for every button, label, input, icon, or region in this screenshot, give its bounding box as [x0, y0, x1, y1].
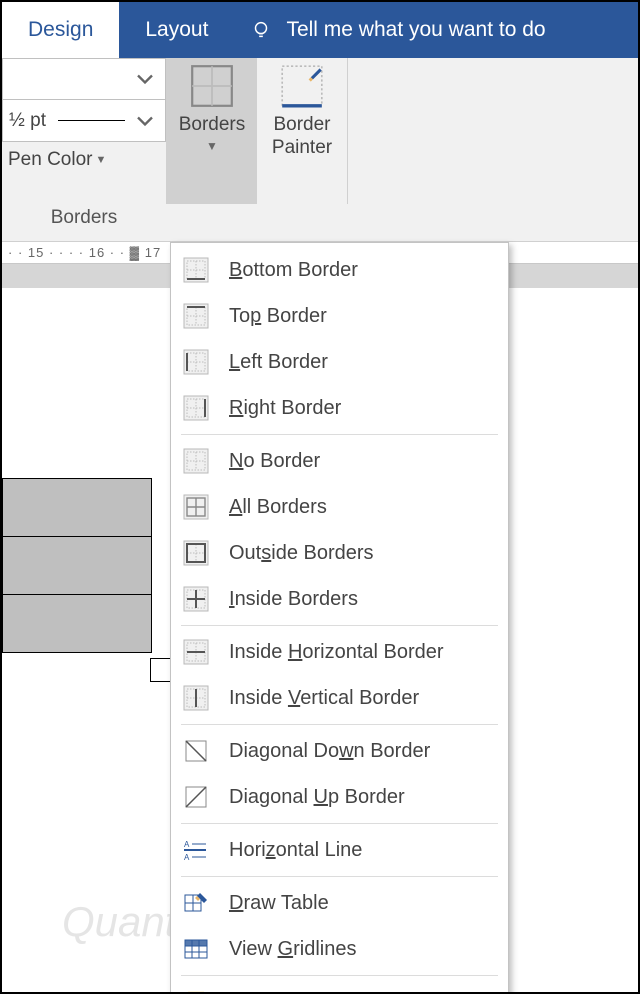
menu-item-ih[interactable]: Inside Horizontal Border	[171, 629, 508, 675]
borders-icon	[190, 64, 234, 108]
draw-table-icon	[181, 888, 211, 918]
border-painter-icon	[280, 64, 324, 108]
diag-down-icon	[181, 736, 211, 766]
tab-layout[interactable]: Layout	[119, 2, 234, 58]
menu-item-label: Inside Horizontal Border	[229, 641, 444, 664]
pen-color-dropdown[interactable]: Pen Color▼	[2, 142, 166, 178]
table-in-document[interactable]	[2, 478, 152, 653]
menu-item-outside[interactable]: Outside Borders	[171, 530, 508, 576]
menu-item-all[interactable]: All Borders	[171, 484, 508, 530]
menu-item-label: Horizontal Line	[229, 839, 362, 862]
menu-item-label: Diagonal Up Border	[229, 786, 405, 809]
tell-me-box[interactable]: Tell me what you want to do	[234, 2, 638, 58]
svg-text:A: A	[184, 853, 190, 862]
borders-dropdown-menu: Bottom Border Top Border Left Border Right …	[170, 242, 509, 994]
menu-separator	[181, 876, 498, 877]
chevron-down-icon	[131, 107, 159, 135]
border-bottom-icon	[181, 255, 211, 285]
border-painter-label-1: Border	[273, 114, 330, 137]
border-left-icon	[181, 347, 211, 377]
app-window: Design Layout Tell me what you want to d…	[0, 0, 640, 994]
menu-item-label: Draw Table	[229, 892, 329, 915]
menu-item-du[interactable]: Diagonal Up Border	[171, 774, 508, 820]
menu-item-bottom[interactable]: Bottom Border	[171, 247, 508, 293]
border-all-icon	[181, 492, 211, 522]
line-weight-dropdown[interactable]: ½ pt	[2, 100, 166, 142]
border-inside-icon	[181, 584, 211, 614]
menu-item-label: Bottom Border	[229, 259, 358, 282]
menu-separator	[181, 975, 498, 976]
border-painter-label-2: Painter	[272, 137, 332, 160]
line-style-controls: ½ pt Pen Color▼	[2, 58, 166, 204]
border-iv-icon	[181, 683, 211, 713]
menu-item-grid[interactable]: View Gridlines	[171, 926, 508, 972]
line-style-dropdown[interactable]	[2, 58, 166, 100]
border-outside-icon	[181, 538, 211, 568]
menu-item-top[interactable]: Top Border	[171, 293, 508, 339]
ribbon-group-label: Borders	[2, 207, 166, 229]
menu-item-label: Inside Vertical Border	[229, 687, 419, 710]
tab-design[interactable]: Design	[2, 2, 119, 58]
chevron-down-icon	[131, 65, 159, 93]
line-preview	[58, 120, 125, 122]
menu-separator	[181, 823, 498, 824]
menu-item-shading[interactable]: Borders and Shading..ding.	[171, 979, 508, 994]
menu-item-label: Left Border	[229, 351, 328, 374]
menu-separator	[181, 625, 498, 626]
lightbulb-icon	[250, 19, 272, 41]
menu-item-label: View Gridlines	[229, 938, 356, 961]
menu-item-label: Outside Borders	[229, 542, 374, 565]
svg-text:A: A	[184, 840, 190, 849]
ribbon-tabs: Design Layout Tell me what you want to d…	[2, 2, 638, 58]
menu-item-label: Inside Borders	[229, 588, 358, 611]
menu-item-no[interactable]: No Border	[171, 438, 508, 484]
menu-item-dd[interactable]: Diagonal Down Border	[171, 728, 508, 774]
border-ih-icon	[181, 637, 211, 667]
dropdown-arrow-icon: ▼	[96, 154, 107, 166]
border-right-icon	[181, 393, 211, 423]
menu-item-label: No Border	[229, 450, 320, 473]
menu-item-draw[interactable]: Draw Table	[171, 880, 508, 926]
gridlines-icon	[181, 934, 211, 964]
hline-icon: AA	[181, 835, 211, 865]
pen-color-label: Pen Color	[8, 149, 93, 171]
menu-separator	[181, 724, 498, 725]
menu-item-label: Top Border	[229, 305, 327, 328]
border-top-icon	[181, 301, 211, 331]
menu-item-hl[interactable]: AA Horizontal Line	[171, 827, 508, 873]
ribbon-separator	[347, 58, 348, 204]
menu-item-label: Right Border	[229, 397, 341, 420]
diag-up-icon	[181, 782, 211, 812]
dropdown-arrow-icon: ▼	[206, 139, 218, 153]
menu-item-inside[interactable]: Inside Borders	[171, 576, 508, 622]
tell-me-text: Tell me what you want to do	[286, 18, 545, 42]
menu-item-iv[interactable]: Inside Vertical Border	[171, 675, 508, 721]
line-weight-value: ½ pt	[3, 110, 52, 132]
menu-item-label: Diagonal Down Border	[229, 740, 430, 763]
borders-button-label: Borders	[179, 114, 246, 137]
menu-item-left[interactable]: Left Border	[171, 339, 508, 385]
menu-separator	[181, 434, 498, 435]
shading-icon	[181, 987, 211, 994]
borders-split-button[interactable]: Borders ▼	[167, 58, 257, 204]
menu-item-label: Borders and Shading..ding.	[229, 991, 471, 994]
border-painter-button[interactable]: Border Painter	[257, 58, 347, 204]
border-none-icon	[181, 446, 211, 476]
ribbon-panel: ½ pt Pen Color▼ Borders ▼	[2, 58, 638, 242]
menu-item-right[interactable]: Right Border	[171, 385, 508, 431]
menu-item-label: All Borders	[229, 496, 327, 519]
